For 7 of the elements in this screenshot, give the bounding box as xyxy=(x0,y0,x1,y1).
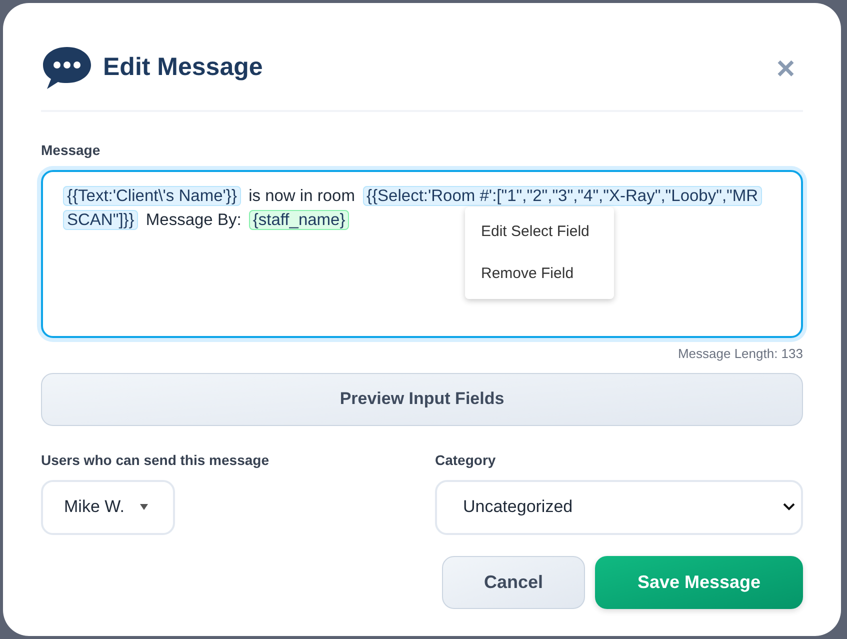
category-label: Category xyxy=(435,450,496,470)
message-text: Message By: xyxy=(144,211,242,229)
message-label: Message xyxy=(41,141,100,160)
dialog-title: Edit Message xyxy=(103,52,263,84)
users-label: Users who can send this message xyxy=(41,450,269,470)
message-text: is now in room xyxy=(248,187,356,205)
message-length: Message Length: 133 xyxy=(678,345,803,363)
